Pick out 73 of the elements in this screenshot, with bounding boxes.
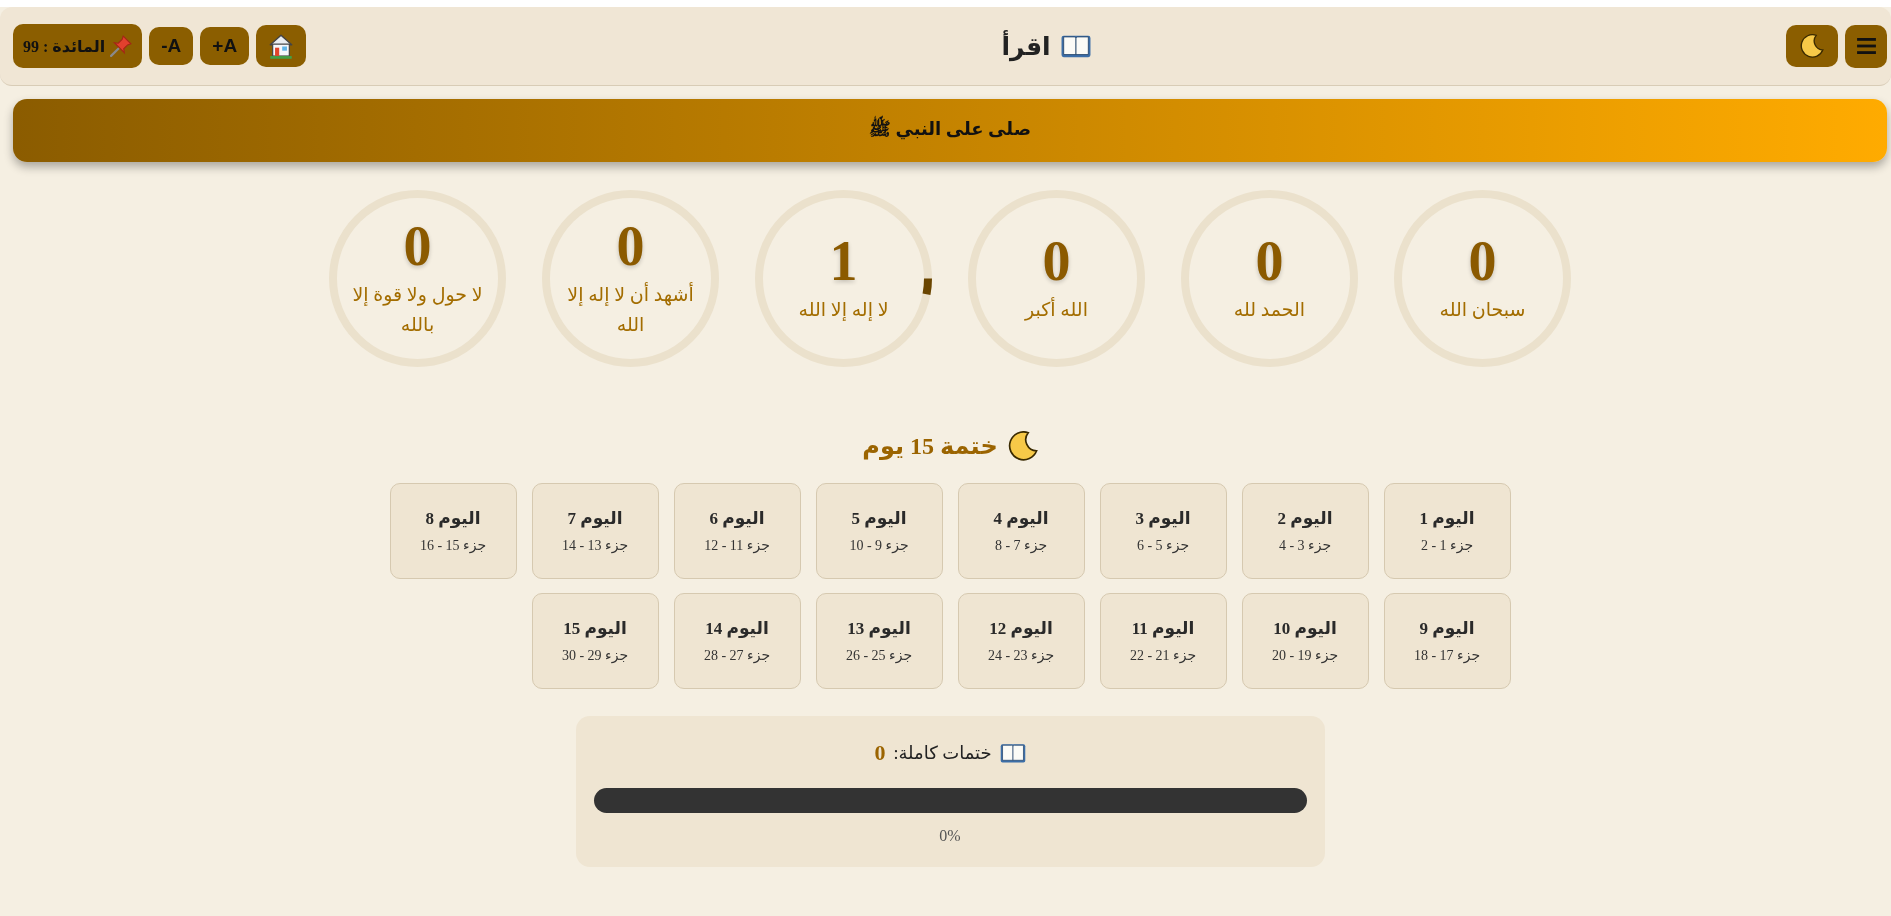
counter-value: 0 xyxy=(1255,231,1284,291)
day-card[interactable]: اليوم 12 جزء 23 - 24 xyxy=(957,593,1085,689)
day-card[interactable]: اليوم 13 جزء 25 - 26 xyxy=(815,593,943,689)
juz-range: جزء 13 - 14 xyxy=(561,537,629,554)
counter-value: 0 xyxy=(1042,231,1071,291)
day-label: اليوم 9 xyxy=(1419,618,1475,639)
day-card[interactable]: اليوم 2 جزء 3 - 4 xyxy=(1241,483,1369,579)
day-label: اليوم 15 xyxy=(563,618,627,639)
juz-range: جزء 23 - 24 xyxy=(987,647,1055,664)
juz-range: جزء 29 - 30 xyxy=(561,647,629,664)
home-button[interactable] xyxy=(256,25,307,67)
day-label: اليوم 7 xyxy=(567,508,623,529)
menu-icon xyxy=(1856,38,1876,54)
day-label: اليوم 10 xyxy=(1273,618,1337,639)
day-card[interactable]: اليوم 1 جزء 1 - 2 xyxy=(1383,483,1511,579)
pushpin-icon xyxy=(110,35,133,57)
juz-range: جزء 1 - 2 xyxy=(1420,537,1474,554)
day-label: اليوم 11 xyxy=(1131,618,1195,639)
moon-icon xyxy=(1007,431,1038,461)
completed-label: ختمات كاملة: xyxy=(893,742,992,764)
blessing-banner: صلى على النبي ﷺ xyxy=(13,99,1887,162)
day-label: اليوم 4 xyxy=(993,508,1049,529)
menu-button[interactable] xyxy=(1845,24,1887,68)
book-icon xyxy=(999,743,1026,763)
day-label: اليوم 3 xyxy=(1135,508,1191,529)
day-card[interactable]: اليوم 15 جزء 29 - 30 xyxy=(531,593,659,689)
day-card[interactable]: اليوم 9 جزء 17 - 18 xyxy=(1383,593,1511,689)
juz-range: جزء 3 - 4 xyxy=(1278,537,1332,554)
juz-range: جزء 17 - 18 xyxy=(1413,647,1481,664)
juz-range: جزء 19 - 20 xyxy=(1271,647,1339,664)
juz-range: جزء 11 - 12 xyxy=(704,537,770,554)
day-card[interactable]: اليوم 6 جزء 11 - 12 xyxy=(673,483,801,579)
percent-text: 0% xyxy=(939,827,961,845)
day-label: اليوم 5 xyxy=(851,508,907,529)
day-card[interactable]: اليوم 3 جزء 5 - 6 xyxy=(1099,483,1227,579)
day-card[interactable]: اليوم 5 جزء 9 - 10 xyxy=(815,483,943,579)
day-label: اليوم 12 xyxy=(989,618,1053,639)
day-label: اليوم 1 xyxy=(1419,508,1475,529)
dhikr-label: الله أكبر xyxy=(1025,296,1088,323)
dhikr-label: سبحان الله xyxy=(1439,297,1526,322)
juz-range: جزء 9 - 10 xyxy=(849,537,909,554)
day-card[interactable]: اليوم 4 جزء 7 - 8 xyxy=(957,483,1085,579)
juz-range: جزء 5 - 6 xyxy=(1136,537,1190,554)
dhikr-label: لا حول ولا قوة إلا بالله xyxy=(351,282,484,337)
day-label: اليوم 8 xyxy=(425,508,481,529)
counter-value: 0 xyxy=(403,216,432,276)
book-icon xyxy=(1060,34,1091,58)
dhikr-label: أشهد أن لا إله إلا الله xyxy=(566,281,695,337)
day-card[interactable]: اليوم 11 جزء 21 - 22 xyxy=(1099,593,1227,689)
house-icon xyxy=(269,33,294,59)
plan-title: ختمة 15 يوم xyxy=(862,432,998,460)
counter-value: 0 xyxy=(1468,231,1497,291)
day-card[interactable]: اليوم 10 جزء 19 - 20 xyxy=(1241,593,1369,689)
day-card[interactable]: اليوم 8 جزء 15 - 16 xyxy=(389,483,517,579)
juz-range: جزء 7 - 8 xyxy=(994,537,1048,554)
day-label: اليوم 2 xyxy=(1277,508,1333,529)
juz-range: جزء 25 - 26 xyxy=(845,647,913,664)
day-label: اليوم 14 xyxy=(705,618,769,639)
theme-button[interactable] xyxy=(1786,25,1838,67)
dhikr-label: الحمد لله xyxy=(1233,297,1306,322)
day-card[interactable]: اليوم 7 جزء 13 - 14 xyxy=(531,483,659,579)
counter-value: 0 xyxy=(616,216,645,276)
juz-range: جزء 15 - 16 xyxy=(419,537,487,554)
counter-value: 1 xyxy=(829,231,858,291)
juz-range: جزء 21 - 22 xyxy=(1129,647,1197,664)
moon-icon xyxy=(1800,34,1824,58)
day-label: اليوم 13 xyxy=(847,618,911,639)
day-card[interactable]: اليوم 14 جزء 27 - 28 xyxy=(673,593,801,689)
app-title: اقرأ xyxy=(1001,31,1051,61)
day-label: اليوم 6 xyxy=(709,508,765,529)
juz-range: جزء 27 - 28 xyxy=(703,647,771,664)
completed-count: 0 xyxy=(874,740,886,766)
dhikr-label: لا إله إلا الله xyxy=(798,297,889,323)
